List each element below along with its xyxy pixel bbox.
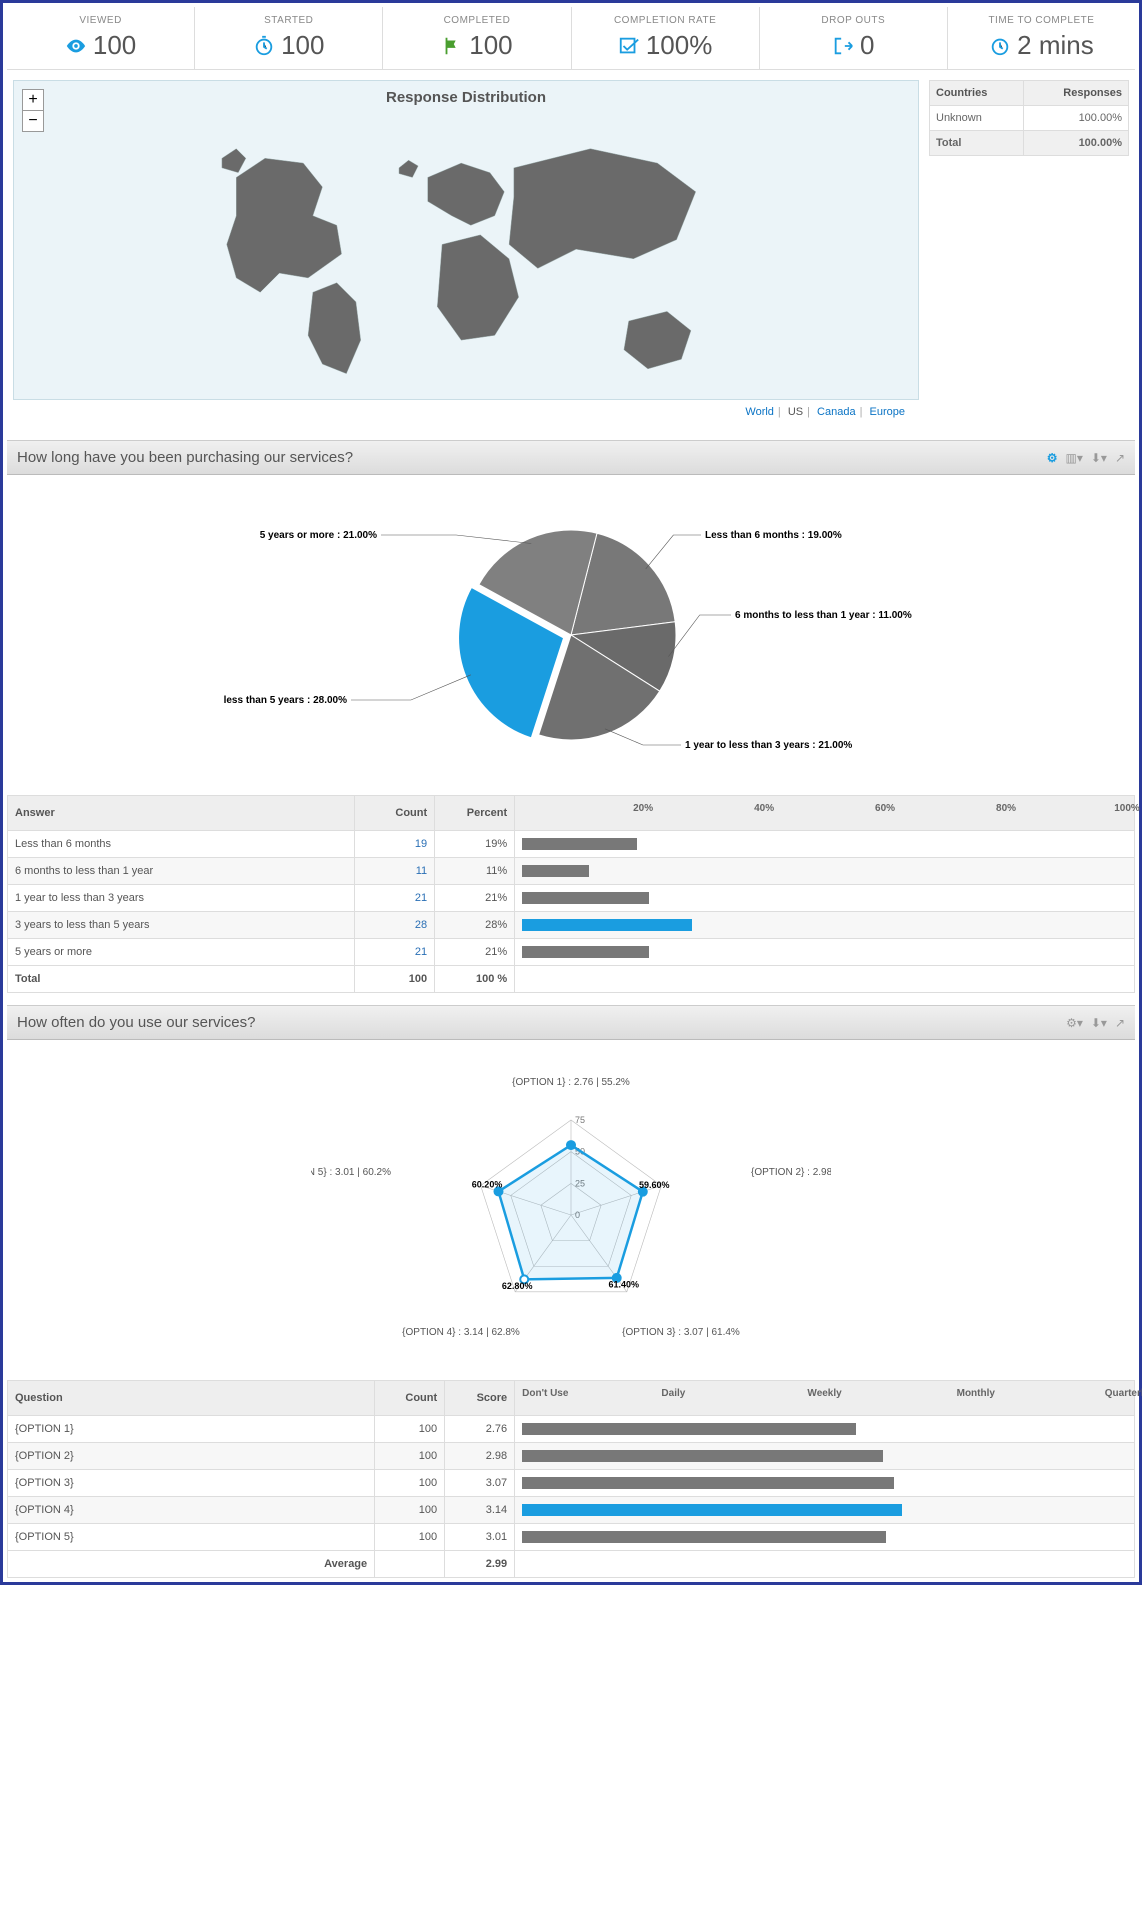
count-link[interactable]: 28 — [415, 919, 427, 931]
stat-dropouts: DROP OUTS 0 — [760, 7, 948, 69]
map-region-links: World| US| Canada| Europe — [13, 400, 919, 424]
table-row: Less than 6 months 19 19% — [8, 831, 1135, 858]
q1-answer-table: Answer Count Percent 20%40%60%80%100% Le… — [7, 795, 1135, 993]
svg-text:62.80%: 62.80% — [502, 1281, 533, 1291]
share-icon[interactable]: ↗ — [1115, 1016, 1125, 1030]
map-zoom-in-button[interactable]: + — [22, 89, 44, 111]
table-row: 3 years to less than 5 years 28 28% — [8, 912, 1135, 939]
map-link-world[interactable]: World — [745, 406, 774, 418]
checkbox-icon — [618, 35, 640, 57]
clock-icon — [989, 35, 1011, 57]
svg-text:5 years or more : 21.00%: 5 years or more : 21.00% — [260, 530, 377, 541]
count-link[interactable]: 19 — [415, 838, 427, 850]
table-row: {OPTION 2} 100 2.98 — [8, 1443, 1135, 1470]
download-icon[interactable]: ⬇▾ — [1091, 451, 1107, 465]
settings-icon[interactable]: ⚙▾ — [1066, 1016, 1083, 1030]
flag-icon — [441, 35, 463, 57]
map-link-us[interactable]: US — [788, 406, 803, 418]
svg-text:59.60%: 59.60% — [639, 1180, 670, 1190]
table-row-total: Total100.00% — [930, 131, 1129, 156]
stat-time: TIME TO COMPLETE 2 mins — [948, 7, 1135, 69]
question-header: How often do you use our services? ⚙▾ ⬇▾… — [7, 1005, 1135, 1040]
question-tools: ⚙ ▥▾ ⬇▾ ↗ — [1047, 451, 1125, 465]
table-row: 6 months to less than 1 year 11 11% — [8, 858, 1135, 885]
radar-chart: 025507559.60%61.40%62.80%60.20%{OPTION 1… — [7, 1040, 1135, 1380]
world-map-icon — [14, 114, 918, 394]
exit-icon — [832, 35, 854, 57]
svg-text:{OPTION 5} : 3.01 | 60.2%: {OPTION 5} : 3.01 | 60.2% — [311, 1167, 391, 1178]
svg-text:1 year to less than 3 years :: 1 year to less than 3 years : 21.00% — [685, 740, 852, 751]
table-row-total: Total 100 100 % — [8, 966, 1135, 993]
count-link[interactable]: 21 — [415, 892, 427, 904]
map-row: + − Response Distribution World| US| — [7, 70, 1135, 428]
stat-value: 100 — [93, 30, 136, 61]
stats-row: VIEWED 100 STARTED 100 COMPLETED 100 COM… — [7, 7, 1135, 70]
table-row: {OPTION 3} 100 3.07 — [8, 1470, 1135, 1497]
svg-text:75: 75 — [575, 1115, 585, 1125]
stat-completed: COMPLETED 100 — [383, 7, 571, 69]
q2-answer-table: Question Count Score Don't UseDailyWeekl… — [7, 1380, 1135, 1578]
share-icon[interactable]: ↗ — [1115, 451, 1125, 465]
table-row-average: Average 2.99 — [8, 1551, 1135, 1578]
stopwatch-icon — [253, 35, 275, 57]
svg-text:{OPTION 3} : 3.07 | 61.4%: {OPTION 3} : 3.07 | 61.4% — [622, 1327, 740, 1338]
countries-table: CountriesResponses Unknown100.00% Total1… — [929, 80, 1129, 424]
stat-viewed: VIEWED 100 — [7, 7, 195, 69]
svg-text:{OPTION 1} : 2.76 | 55.2%: {OPTION 1} : 2.76 | 55.2% — [512, 1077, 630, 1088]
count-link[interactable]: 11 — [416, 865, 427, 877]
table-row: 1 year to less than 3 years 21 21% — [8, 885, 1135, 912]
map-zoom-out-button[interactable]: − — [22, 110, 44, 132]
svg-text:Less than 6 months : 19.00%: Less than 6 months : 19.00% — [705, 530, 842, 541]
question-header: How long have you been purchasing our se… — [7, 440, 1135, 475]
map-zoom-controls: + − — [22, 89, 44, 131]
map-title: Response Distribution — [14, 81, 918, 114]
question-title: How long have you been purchasing our se… — [17, 449, 353, 466]
table-row: {OPTION 1} 100 2.76 — [8, 1416, 1135, 1443]
map-link-canada[interactable]: Canada — [817, 406, 856, 418]
table-row: 5 years or more 21 21% — [8, 939, 1135, 966]
map-link-europe[interactable]: Europe — [870, 406, 905, 418]
response-distribution-map[interactable]: + − Response Distribution — [13, 80, 919, 400]
stat-completion-rate: COMPLETION RATE 100% — [572, 7, 760, 69]
svg-text:6 months to less than 1 year :: 6 months to less than 1 year : 11.00% — [735, 610, 912, 621]
stat-started: STARTED 100 — [195, 7, 383, 69]
question-title: How often do you use our services? — [17, 1014, 255, 1031]
table-row: {OPTION 5} 100 3.01 — [8, 1524, 1135, 1551]
eye-icon — [65, 35, 87, 57]
svg-text:60.20%: 60.20% — [472, 1180, 503, 1190]
stat-label: VIEWED — [11, 15, 190, 26]
table-row: {OPTION 4} 100 3.14 — [8, 1497, 1135, 1524]
table-row: Unknown100.00% — [930, 106, 1129, 131]
pie-chart: Less than 6 months : 19.00% 6 months to l… — [7, 475, 1135, 795]
settings-icon[interactable]: ⚙ — [1047, 451, 1058, 465]
question-tools: ⚙▾ ⬇▾ ↗ — [1066, 1016, 1125, 1030]
question-block-1: How long have you been purchasing our se… — [7, 440, 1135, 993]
svg-text:{OPTION 2} : 2.98 | 59.6%: {OPTION 2} : 2.98 | 59.6% — [751, 1167, 831, 1178]
question-block-2: How often do you use our services? ⚙▾ ⬇▾… — [7, 1005, 1135, 1578]
svg-text:61.40%: 61.40% — [609, 1280, 640, 1290]
svg-text:{OPTION 4} : 3.14 | 62.8%: {OPTION 4} : 3.14 | 62.8% — [402, 1327, 520, 1338]
download-icon[interactable]: ⬇▾ — [1091, 1016, 1107, 1030]
chart-type-icon[interactable]: ▥▾ — [1065, 451, 1082, 465]
count-link[interactable]: 21 — [415, 946, 427, 958]
svg-text:3 years to less than 5 years :: 3 years to less than 5 years : 28.00% — [221, 695, 347, 706]
